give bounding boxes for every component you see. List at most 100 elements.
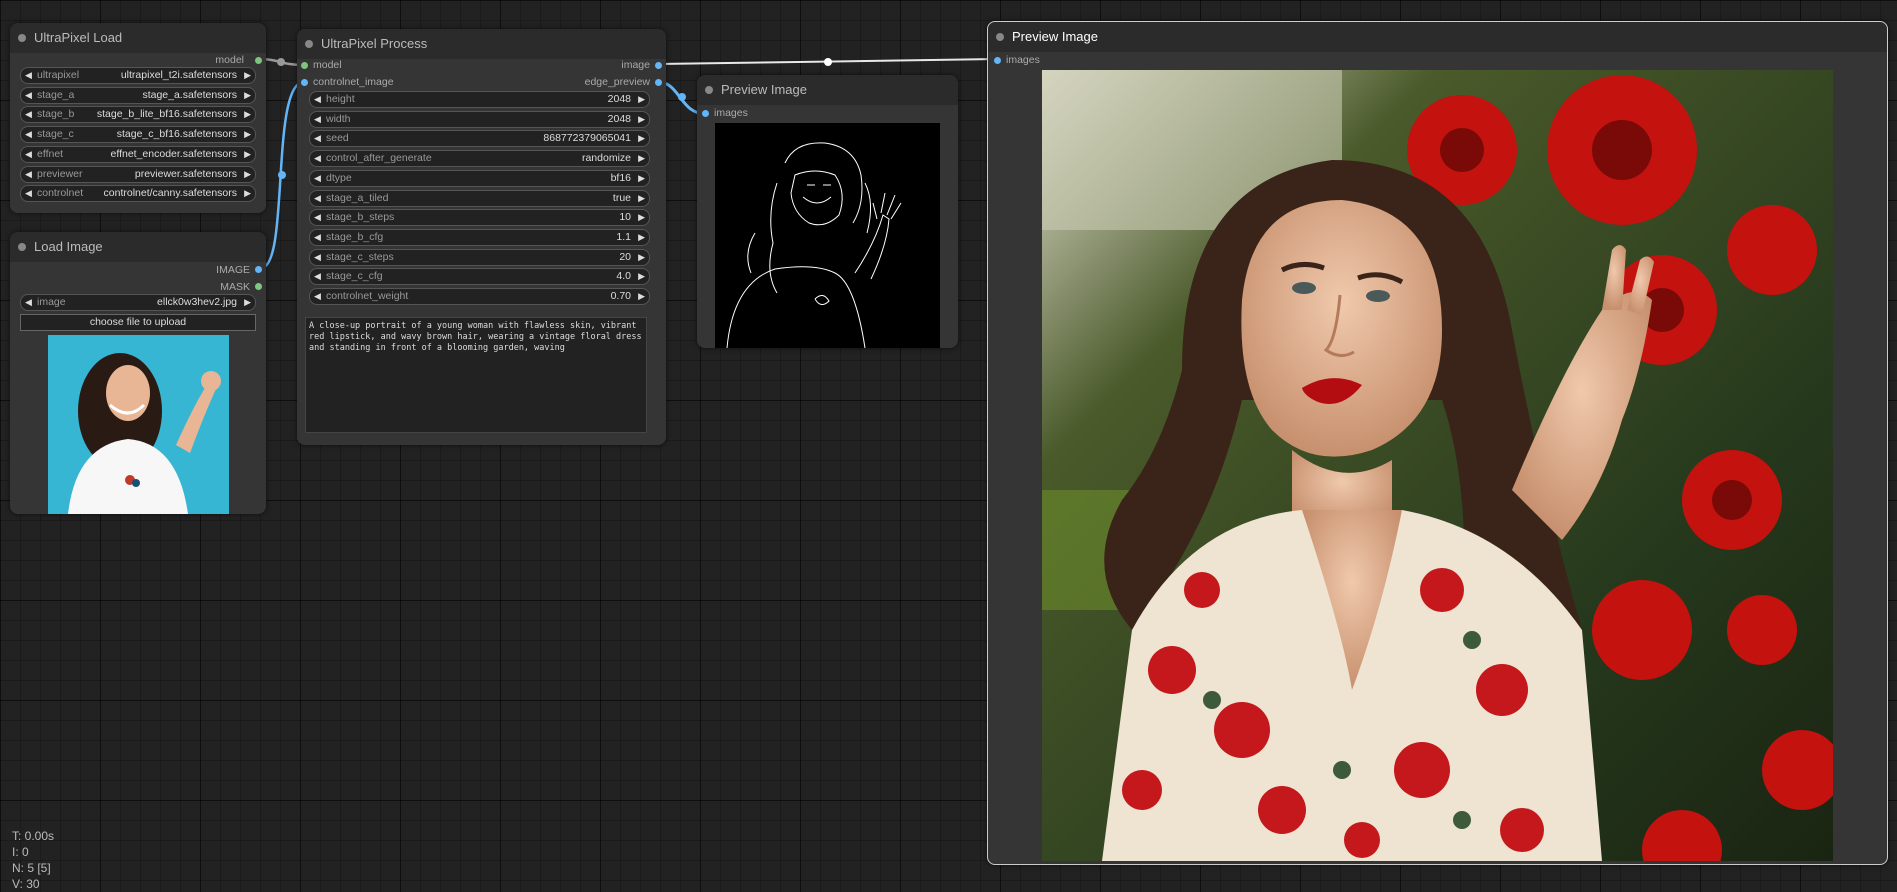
- node-title-bar[interactable]: Preview Image: [697, 75, 958, 105]
- increment-arrow-icon[interactable]: ▶: [244, 167, 251, 182]
- decrement-arrow-icon[interactable]: ◀: [314, 131, 321, 146]
- node-preview-image-large[interactable]: Preview Image images: [987, 21, 1888, 865]
- decrement-arrow-icon[interactable]: ◀: [314, 92, 321, 107]
- widget-control-after-generate[interactable]: ◀ control_after_generate randomize ▶: [309, 150, 650, 168]
- decrement-arrow-icon[interactable]: ◀: [25, 127, 32, 142]
- widget-width[interactable]: ◀ width 2048 ▶: [309, 110, 650, 128]
- increment-arrow-icon[interactable]: ▶: [638, 171, 645, 186]
- input-images-slot[interactable]: [702, 110, 709, 117]
- increment-arrow-icon[interactable]: ▶: [638, 191, 645, 206]
- generated-portrait-image: [1042, 70, 1833, 861]
- increment-arrow-icon[interactable]: ▶: [638, 250, 645, 265]
- widget-stage-b-cfg[interactable]: ◀ stage_b_cfg 1.1 ▶: [309, 228, 650, 246]
- widget-stage-c-cfg[interactable]: ◀ stage_c_cfg 4.0 ▶: [309, 268, 650, 286]
- input-images-slot[interactable]: [994, 57, 1001, 64]
- input-controlnet-image-slot[interactable]: [301, 79, 308, 86]
- decrement-arrow-icon[interactable]: ◀: [25, 147, 32, 162]
- node-title-bar[interactable]: Preview Image: [988, 22, 1887, 52]
- increment-arrow-icon[interactable]: ▶: [638, 210, 645, 225]
- node-title-bar[interactable]: Load Image: [10, 232, 266, 262]
- decrement-arrow-icon[interactable]: ◀: [314, 210, 321, 225]
- decrement-arrow-icon[interactable]: ◀: [25, 68, 32, 83]
- widget-seed[interactable]: ◀ seed 868772379065041 ▶: [309, 130, 650, 148]
- decrement-arrow-icon[interactable]: ◀: [314, 289, 321, 304]
- increment-arrow-icon[interactable]: ▶: [638, 92, 645, 107]
- decrement-arrow-icon[interactable]: ◀: [314, 191, 321, 206]
- link-model-midpoint: [277, 58, 285, 66]
- increment-arrow-icon[interactable]: ▶: [638, 230, 645, 245]
- widget-name: stage_c: [37, 128, 74, 141]
- decrement-arrow-icon[interactable]: ◀: [25, 186, 32, 201]
- input-model-slot[interactable]: [301, 62, 308, 69]
- decrement-arrow-icon[interactable]: ◀: [314, 151, 321, 166]
- widget-stage-b-steps[interactable]: ◀ stage_b_steps 10 ▶: [309, 209, 650, 227]
- decrement-arrow-icon[interactable]: ◀: [314, 171, 321, 186]
- widget-stage-b[interactable]: ◀ stage_b stage_b_lite_bf16.safetensors ▶: [20, 106, 256, 124]
- widget-height[interactable]: ◀ height 2048 ▶: [309, 91, 650, 108]
- widget-controlnet-weight[interactable]: ◀ controlnet_weight 0.70 ▶: [309, 288, 650, 305]
- increment-arrow-icon[interactable]: ▶: [638, 131, 645, 146]
- widget-name: stage_b_cfg: [326, 230, 384, 243]
- node-ultrapixel-load[interactable]: UltraPixel Load model ◀ ultrapixel ultrapi…: [10, 23, 266, 213]
- widget-dtype[interactable]: ◀ dtype bf16 ▶: [309, 169, 650, 187]
- output-model-slot[interactable]: [255, 57, 262, 64]
- node-title-bar[interactable]: UltraPixel Load: [10, 23, 266, 53]
- widget-name: control_after_generate: [326, 152, 432, 165]
- collapse-dot-icon[interactable]: [18, 243, 26, 251]
- decrement-arrow-icon[interactable]: ◀: [314, 250, 321, 265]
- widget-stage-a[interactable]: ◀ stage_a stage_a.safetensors ▶: [20, 86, 256, 104]
- increment-arrow-icon[interactable]: ▶: [638, 112, 645, 127]
- widget-ultrapixel[interactable]: ◀ ultrapixel ultrapixel_t2i.safetensors ▶: [20, 67, 256, 84]
- increment-arrow-icon[interactable]: ▶: [244, 295, 251, 310]
- increment-arrow-icon[interactable]: ▶: [244, 186, 251, 201]
- widget-stage-c[interactable]: ◀ stage_c stage_c_bf16.safetensors ▶: [20, 126, 256, 144]
- node-title: Preview Image: [1012, 29, 1098, 44]
- image-select-widget[interactable]: ◀ image ellck0w3hev2.jpg ▶: [20, 294, 256, 311]
- widget-effnet[interactable]: ◀ effnet effnet_encoder.safetensors ▶: [20, 145, 256, 163]
- collapse-dot-icon[interactable]: [18, 34, 26, 42]
- collapse-dot-icon[interactable]: [305, 40, 313, 48]
- decrement-arrow-icon[interactable]: ◀: [314, 230, 321, 245]
- increment-arrow-icon[interactable]: ▶: [244, 147, 251, 162]
- link-controlnet-midpoint: [278, 171, 286, 179]
- node-preview-image-small[interactable]: Preview Image images: [697, 75, 958, 348]
- widget-previewer[interactable]: ◀ previewer previewer.safetensors ▶: [20, 165, 256, 183]
- node-ultrapixel-process[interactable]: UltraPixel Process model controlnet_imag…: [297, 29, 666, 445]
- increment-arrow-icon[interactable]: ▶: [244, 107, 251, 122]
- increment-arrow-icon[interactable]: ▶: [244, 68, 251, 83]
- widget-stage-a-tiled[interactable]: ◀ stage_a_tiled true ▶: [309, 189, 650, 207]
- widget-name: stage_c_cfg: [326, 270, 383, 283]
- upload-button[interactable]: choose file to upload: [20, 314, 256, 331]
- widget-value: 2048: [607, 112, 631, 125]
- output-image-slot[interactable]: [255, 266, 262, 273]
- increment-arrow-icon[interactable]: ▶: [638, 269, 645, 284]
- output-image-slot[interactable]: [655, 62, 662, 69]
- increment-arrow-icon[interactable]: ▶: [638, 289, 645, 304]
- decrement-arrow-icon[interactable]: ◀: [314, 112, 321, 127]
- widget-controlnet[interactable]: ◀ controlnet controlnet/canny.safetensors ▶: [20, 185, 256, 203]
- node-load-image[interactable]: Load Image IMAGE MASK ◀ image ellck0w3he…: [10, 232, 266, 514]
- collapse-dot-icon[interactable]: [705, 86, 713, 94]
- output-mask-label: MASK: [220, 281, 250, 293]
- output-edge-preview-slot[interactable]: [655, 79, 662, 86]
- node-title-bar[interactable]: UltraPixel Process: [297, 29, 666, 59]
- stat-nodes: N: 5 [5]: [12, 861, 51, 875]
- node-title: UltraPixel Load: [34, 30, 123, 45]
- widget-name: ultrapixel: [37, 69, 80, 81]
- decrement-arrow-icon[interactable]: ◀: [25, 107, 32, 122]
- increment-arrow-icon[interactable]: ▶: [244, 127, 251, 142]
- output-mask-slot[interactable]: [255, 283, 262, 290]
- collapse-dot-icon[interactable]: [996, 33, 1004, 41]
- widget-value: 20: [619, 250, 631, 263]
- decrement-arrow-icon[interactable]: ◀: [25, 88, 32, 103]
- increment-arrow-icon[interactable]: ▶: [244, 88, 251, 103]
- decrement-arrow-icon[interactable]: ◀: [25, 167, 32, 182]
- decrement-arrow-icon[interactable]: ◀: [25, 295, 32, 310]
- widget-name: controlnet: [37, 187, 84, 200]
- increment-arrow-icon[interactable]: ▶: [638, 151, 645, 166]
- prompt-textarea[interactable]: A close-up portrait of a young woman wit…: [305, 317, 647, 433]
- decrement-arrow-icon[interactable]: ◀: [314, 269, 321, 284]
- stat-i: I: 0: [12, 845, 29, 859]
- widget-value: effnet_encoder.safetensors: [110, 147, 237, 160]
- widget-stage-c-steps[interactable]: ◀ stage_c_steps 20 ▶: [309, 248, 650, 266]
